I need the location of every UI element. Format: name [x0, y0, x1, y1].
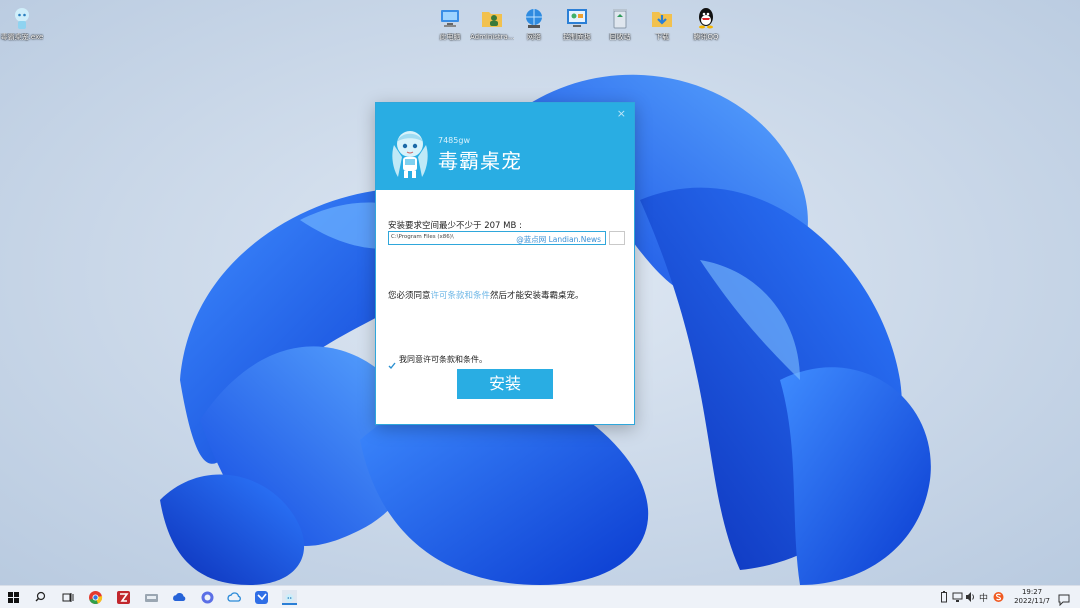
installer-taskbar-icon[interactable] — [282, 590, 297, 605]
watermark-text: @蓝点网 Landian.News — [516, 235, 601, 244]
dialog-title: 毒霸桌宠 — [438, 149, 522, 173]
control-panel-icon — [565, 6, 589, 30]
terms-notice: 您必须同意许可条款和条件然后才能安装毒霸桌宠。 — [388, 289, 584, 301]
agree-row: 我同意许可条款和条件。 — [388, 349, 487, 369]
browser-circle-icon[interactable] — [200, 590, 215, 605]
desktop-icon-label: 此电脑 — [439, 33, 461, 41]
sogou-icon[interactable] — [993, 591, 1004, 605]
desktop-icon-label: 网络 — [527, 33, 541, 41]
version-label: 7485gw — [438, 136, 470, 145]
install-path-value: C:\Program Files (x86)\ — [391, 234, 454, 240]
scanner-icon[interactable] — [144, 590, 159, 605]
space-requirement-label: 安装要求空间最少不少于 207 MB : — [388, 221, 522, 231]
agree-checkbox[interactable] — [388, 355, 396, 369]
filezilla-icon[interactable] — [116, 590, 131, 605]
chrome-icon[interactable] — [88, 590, 103, 605]
cloud-drive-icon[interactable] — [227, 590, 242, 605]
install-button[interactable]: 安装 — [457, 369, 553, 399]
desktop-icon-label: 下载 — [655, 33, 669, 41]
task-view-icon[interactable] — [60, 590, 75, 605]
clock-date: 2022/11/7 — [1014, 597, 1050, 605]
desktop-icon-administrator[interactable]: Administra... — [470, 6, 514, 42]
desktop-icon-mascot-exe[interactable]: 毒霸桌宠.exe — [0, 6, 44, 42]
desktop-icon-network[interactable]: 网络 — [512, 6, 556, 42]
desktop-icon-label: 回收站 — [609, 33, 631, 41]
computer-icon — [438, 6, 462, 30]
system-clock[interactable]: 19:27 2022/11/7 — [1014, 588, 1050, 606]
desktop-icon-label: 腾讯QQ — [693, 33, 719, 41]
dialog-header: × 7485gw 毒霸桌宠 — [376, 103, 634, 190]
feishu-icon[interactable] — [254, 590, 269, 605]
download-folder-icon — [650, 6, 674, 30]
network-icon — [522, 6, 546, 30]
desktop-icon-qq[interactable]: 腾讯QQ — [684, 6, 728, 42]
windows-start-icon[interactable] — [6, 590, 21, 605]
onedrive-icon[interactable] — [172, 590, 187, 605]
desktop-icon-label: 毒霸桌宠.exe — [0, 33, 44, 41]
recycle-bin-icon — [608, 6, 632, 30]
terms-suffix: 然后才能安装毒霸桌宠。 — [490, 291, 584, 301]
notification-icon[interactable] — [1058, 591, 1070, 607]
taskbar: 中 19:27 2022/11/7 — [0, 585, 1080, 608]
terms-prefix: 您必须同意 — [388, 291, 431, 301]
volume-icon[interactable] — [965, 591, 976, 605]
desktop-icon-this-pc[interactable]: 此电脑 — [428, 6, 472, 42]
search-icon[interactable] — [33, 590, 48, 605]
mascot-icon — [10, 6, 34, 30]
install-path-input[interactable]: C:\Program Files (x86)\ @蓝点网 Landian.New… — [388, 231, 606, 245]
desktop-icon-downloads[interactable]: 下载 — [640, 6, 684, 42]
mascot-logo-icon — [388, 127, 432, 179]
desktop-icon-recycle-bin[interactable]: 回收站 — [598, 6, 642, 42]
user-folder-icon — [480, 6, 504, 30]
browse-button[interactable] — [609, 231, 625, 245]
network-tray-icon[interactable] — [952, 591, 963, 605]
ime-indicator[interactable]: 中 — [979, 591, 988, 605]
agree-label: 我同意许可条款和条件。 — [399, 355, 487, 364]
checkmark-icon — [388, 362, 396, 369]
close-button[interactable]: × — [617, 107, 626, 120]
terms-link[interactable]: 许可条款和条件 — [431, 291, 491, 301]
desktop-icon-label: 控制面板 — [563, 33, 591, 41]
desktop-icon-label: Administra... — [470, 33, 514, 41]
battery-icon[interactable] — [940, 591, 948, 605]
installer-dialog: × 7485gw 毒霸桌宠 安装要求空间最少不少于 207 MB : C:\Pr… — [375, 102, 635, 425]
qq-icon — [694, 6, 718, 30]
desktop-icon-control-panel[interactable]: 控制面板 — [555, 6, 599, 42]
clock-time: 19:27 — [1021, 588, 1043, 596]
